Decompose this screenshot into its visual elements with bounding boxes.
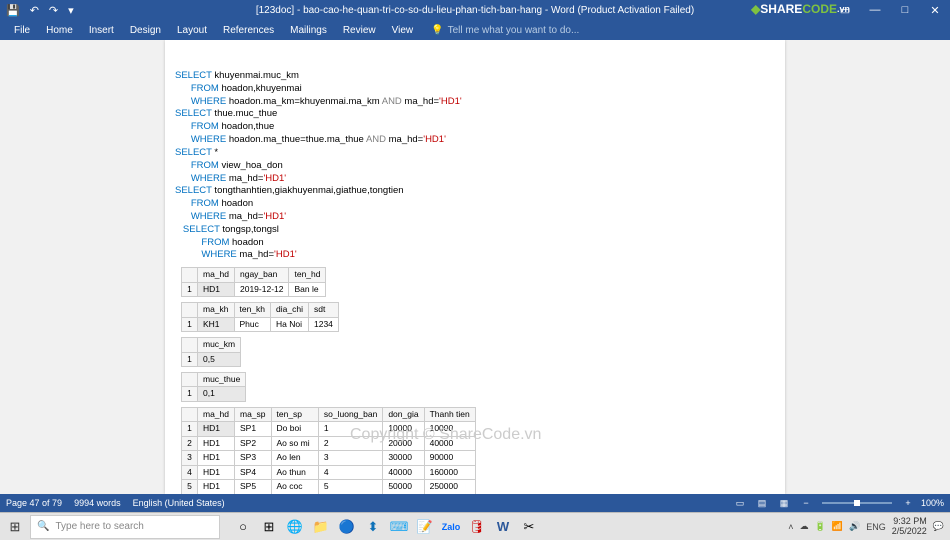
- web-layout-icon[interactable]: ▦: [775, 496, 793, 510]
- status-bar: Page 47 of 79 9994 words English (United…: [0, 494, 950, 512]
- taskbar: ⊞ 🔍 Type here to search ○ ⊞ 🌐 📁 🔵 ⬍ ⌨ 📝 …: [0, 512, 950, 540]
- result-table-4: muc_thue 10,1: [181, 372, 246, 402]
- notification-icon[interactable]: 💬: [933, 521, 944, 532]
- page-indicator[interactable]: Page 47 of 79: [6, 498, 62, 508]
- tab-review[interactable]: Review: [335, 20, 384, 40]
- snip-icon[interactable]: ✂: [516, 513, 542, 541]
- sqlserver-icon[interactable]: 🛢: [464, 513, 490, 541]
- result-table-3: muc_km 10,5: [181, 337, 241, 367]
- zoom-level[interactable]: 100%: [921, 498, 944, 508]
- sql-code: SELECT khuyenmai.muc_km FROM hoadon,khuy…: [175, 70, 775, 262]
- language-indicator[interactable]: English (United States): [133, 498, 225, 508]
- search-icon: 🔍: [37, 521, 49, 532]
- redo-icon[interactable]: ↷: [49, 4, 58, 17]
- bulb-icon: 💡: [431, 25, 443, 36]
- tray-onedrive-icon[interactable]: ☁: [800, 521, 809, 532]
- cortana-icon[interactable]: ○: [230, 513, 256, 541]
- tray-volume-icon[interactable]: 🔊: [849, 521, 860, 532]
- system-tray: ˄ ☁ 🔋 📶 🔊 ENG 9:32 PM 2/5/2022 💬: [788, 517, 950, 537]
- zoom-in-button[interactable]: +: [899, 496, 917, 510]
- chrome-icon[interactable]: 🔵: [334, 513, 360, 541]
- explorer-icon[interactable]: 📁: [308, 513, 334, 541]
- word-count[interactable]: 9994 words: [74, 498, 121, 508]
- minimize-button[interactable]: —: [860, 0, 890, 20]
- sharecode-logo: ◆SHARECODE.vn: [751, 2, 850, 16]
- notepad-icon[interactable]: 📝: [412, 513, 438, 541]
- print-layout-icon[interactable]: ▤: [753, 496, 771, 510]
- tab-layout[interactable]: Layout: [169, 20, 215, 40]
- tray-language[interactable]: ENG: [866, 522, 886, 532]
- tab-mailings[interactable]: Mailings: [282, 20, 335, 40]
- result-table-1: ma_hdngay_banten_hd 1HD12019-12-12Ban le: [181, 267, 326, 297]
- taskbar-search[interactable]: 🔍 Type here to search: [30, 515, 220, 539]
- tab-view[interactable]: View: [384, 20, 422, 40]
- ribbon: File Home Insert Design Layout Reference…: [0, 20, 950, 40]
- tab-home[interactable]: Home: [38, 20, 81, 40]
- result-table-2: ma_khten_khdia_chisdt 1KH1PhucHa Noi1234: [181, 302, 339, 332]
- start-button[interactable]: ⊞: [0, 513, 30, 541]
- document-page[interactable]: SELECT khuyenmai.muc_km FROM hoadon,khuy…: [165, 40, 785, 494]
- result-table-5: ma_hdma_spten_spso_luong_bandon_giaThanh…: [181, 407, 476, 494]
- close-button[interactable]: ✕: [920, 0, 950, 20]
- tab-insert[interactable]: Insert: [81, 20, 122, 40]
- task-view-icon[interactable]: ⊞: [256, 513, 282, 541]
- undo-icon[interactable]: ↶: [30, 4, 39, 17]
- tab-design[interactable]: Design: [122, 20, 169, 40]
- title-bar: 💾 ↶ ↷ ▾ [123doc] - bao-cao-he-quan-tri-c…: [0, 0, 950, 20]
- maximize-button[interactable]: □: [890, 0, 920, 20]
- read-mode-icon[interactable]: ▭: [731, 496, 749, 510]
- tell-me-search[interactable]: 💡 Tell me what you want to do...: [431, 25, 579, 36]
- tab-references[interactable]: References: [215, 20, 282, 40]
- window-title: [123doc] - bao-cao-he-quan-tri-co-so-du-…: [256, 5, 694, 16]
- document-area[interactable]: ShareCode.vn SELECT khuyenmai.muc_km FRO…: [0, 40, 950, 494]
- teamviewer-icon[interactable]: ⬍: [360, 513, 386, 541]
- zalo-icon[interactable]: Zalo: [438, 513, 464, 541]
- tab-file[interactable]: File: [6, 20, 38, 40]
- tray-wifi-icon[interactable]: 📶: [832, 521, 843, 532]
- zoom-out-button[interactable]: −: [797, 496, 815, 510]
- qat-customize-icon[interactable]: ▾: [68, 4, 74, 17]
- vscode-icon[interactable]: ⌨: [386, 513, 412, 541]
- word-icon[interactable]: W: [490, 513, 516, 541]
- tray-chevron-icon[interactable]: ˄: [788, 522, 793, 532]
- save-icon[interactable]: 💾: [6, 4, 20, 17]
- zoom-slider[interactable]: [822, 502, 892, 504]
- tray-battery-icon[interactable]: 🔋: [815, 521, 826, 532]
- edge-icon[interactable]: 🌐: [282, 513, 308, 541]
- taskbar-clock[interactable]: 9:32 PM 2/5/2022: [892, 517, 927, 537]
